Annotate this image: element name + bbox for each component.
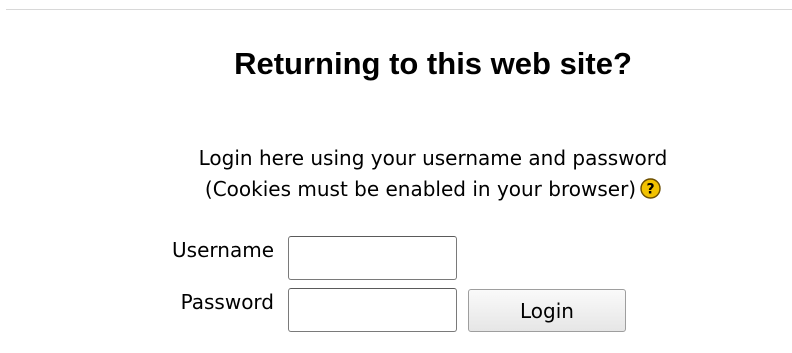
login-heading: Returning to this web site? [234, 46, 632, 81]
cookies-note: (Cookies must be enabled in your browser… [204, 177, 637, 201]
password-label: Password [180, 290, 274, 314]
login-description: Login here using your username and passw… [0, 143, 792, 205]
password-input[interactable] [288, 288, 457, 332]
svg-text:?: ? [647, 182, 655, 198]
username-label: Username [172, 238, 274, 262]
question-mark-icon[interactable]: ? [640, 177, 661, 199]
username-input[interactable] [288, 236, 457, 280]
description-line-2: (Cookies must be enabled in your browser… [0, 174, 792, 205]
login-button[interactable]: Login [468, 289, 626, 332]
description-line-1: Login here using your username and passw… [198, 146, 668, 170]
top-divider [6, 9, 792, 10]
